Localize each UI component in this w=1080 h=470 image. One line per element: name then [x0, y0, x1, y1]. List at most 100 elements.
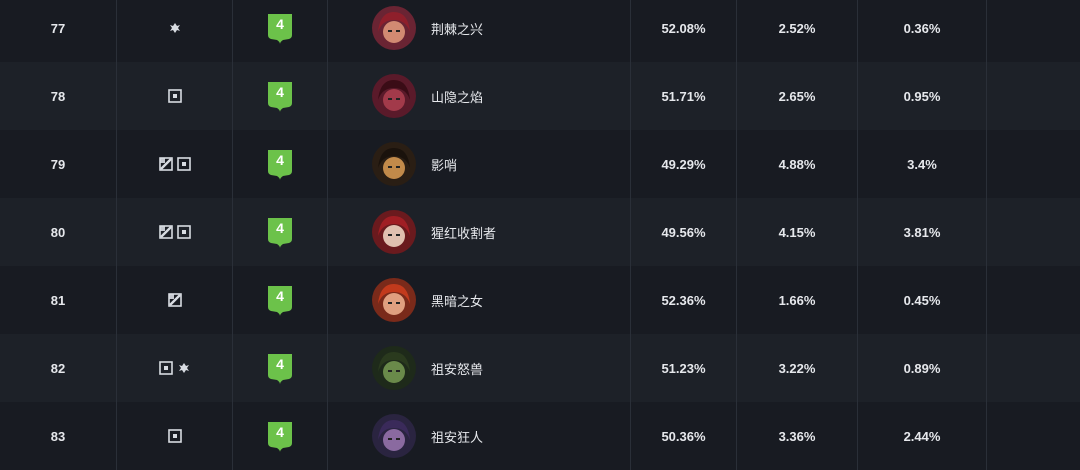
position-cell [117, 0, 232, 62]
pick-rate-cell: 4.88% [778, 156, 816, 172]
hero-avatar[interactable] [372, 346, 416, 390]
tier-label: 4 [276, 220, 284, 236]
pick-rate-cell: 3.36% [778, 428, 816, 444]
position-cell [117, 198, 232, 266]
rank-cell: 82 [50, 360, 66, 376]
jungle-icon [167, 89, 182, 103]
rank-cell: 78 [50, 88, 66, 104]
table-row[interactable]: 81 4 黑暗之女 52.36% 1.66% 0.45% [0, 266, 1080, 334]
position-cell [117, 130, 232, 198]
hero-name[interactable]: 祖安狂人 [431, 427, 483, 446]
pick-rate-cell: 1.66% [778, 292, 816, 308]
pick-rate-cell: 4.15% [778, 224, 816, 240]
hero-cell[interactable]: 猩红收割者 [328, 198, 630, 266]
hero-avatar[interactable] [372, 74, 416, 118]
table-row[interactable]: 82 4 祖安怒兽 51.23% 3.22% 0.89% [0, 334, 1080, 402]
tier-label: 4 [276, 356, 284, 372]
ban-rate-cell: 3.4% [907, 156, 937, 172]
column-divider [327, 0, 328, 470]
hero-name[interactable]: 荆棘之兴 [431, 19, 483, 38]
hero-name[interactable]: 祖安怒兽 [431, 359, 483, 378]
pick-rate-cell: 3.22% [778, 360, 816, 376]
column-divider [630, 0, 631, 470]
hero-avatar[interactable] [372, 142, 416, 186]
position-cell [117, 266, 232, 334]
tier-label: 4 [276, 288, 284, 304]
hero-cell[interactable]: 祖安狂人 [328, 402, 630, 470]
hero-avatar[interactable] [372, 278, 416, 322]
hero-name[interactable]: 山隐之焰 [431, 87, 483, 106]
tier-cell: 4 [233, 62, 327, 130]
hero-cell[interactable]: 影哨 [328, 130, 630, 198]
win-rate-cell: 52.08% [661, 20, 706, 36]
jungle-icon [158, 361, 173, 375]
win-rate-cell: 50.36% [661, 428, 706, 444]
support-icon [177, 361, 191, 375]
table-row[interactable]: 80 4 猩红收割者 49.56% 4.15% 3.81% [0, 198, 1080, 266]
tier-badge-icon: 4 [265, 11, 295, 45]
hero-cell[interactable]: 山隐之焰 [328, 62, 630, 130]
tier-cell: 4 [233, 130, 327, 198]
tier-cell: 4 [233, 334, 327, 402]
top-lane-icon [167, 293, 182, 307]
tier-badge-icon: 4 [265, 351, 295, 385]
table-row[interactable]: 78 4 山隐之焰 51.71% 2.65% 0.95% [0, 62, 1080, 130]
pick-rate-cell: 2.65% [778, 88, 816, 104]
rank-cell: 79 [50, 156, 66, 172]
tier-badge-icon: 4 [265, 215, 295, 249]
win-rate-cell: 51.71% [661, 88, 706, 104]
ban-rate-cell: 0.45% [903, 292, 941, 308]
rank-cell: 80 [50, 224, 66, 240]
ban-rate-cell: 0.89% [903, 360, 941, 376]
hero-cell[interactable]: 黑暗之女 [328, 266, 630, 334]
rank-cell: 77 [50, 20, 66, 36]
tier-label: 4 [276, 152, 284, 168]
pick-rate-cell: 2.52% [778, 20, 816, 36]
top-lane-icon [158, 225, 173, 239]
jungle-icon [176, 157, 191, 171]
win-rate-cell: 49.29% [661, 156, 706, 172]
table-row[interactable]: 77 4 荆棘之兴 52.08% 2.52% 0.36% [0, 0, 1080, 62]
column-divider [116, 0, 117, 470]
win-rate-cell: 52.36% [661, 292, 706, 308]
tier-cell: 4 [233, 266, 327, 334]
position-cell [117, 334, 232, 402]
position-cell [117, 402, 232, 470]
hero-name[interactable]: 猩红收割者 [431, 223, 496, 242]
win-rate-cell: 51.23% [661, 360, 706, 376]
rank-cell: 81 [50, 292, 66, 308]
top-lane-icon [158, 157, 173, 171]
column-divider [986, 0, 987, 470]
ban-rate-cell: 3.81% [903, 224, 941, 240]
jungle-icon [167, 429, 182, 443]
tier-badge-icon: 4 [265, 79, 295, 113]
hero-cell[interactable]: 荆棘之兴 [328, 0, 630, 62]
table-row[interactable]: 83 4 祖安狂人 50.36% 3.36% 2.44% [0, 402, 1080, 470]
support-icon [168, 21, 182, 35]
tier-label: 4 [276, 16, 284, 32]
table-row[interactable]: 79 4 影哨 49.29% 4.88% 3.4% [0, 130, 1080, 198]
jungle-icon [176, 225, 191, 239]
hero-avatar[interactable] [372, 210, 416, 254]
position-cell [117, 62, 232, 130]
tier-cell: 4 [233, 402, 327, 470]
hero-cell[interactable]: 祖安怒兽 [328, 334, 630, 402]
ban-rate-cell: 2.44% [903, 428, 941, 444]
hero-avatar[interactable] [372, 414, 416, 458]
tier-badge-icon: 4 [265, 283, 295, 317]
win-rate-cell: 49.56% [661, 224, 706, 240]
column-divider [736, 0, 737, 470]
hero-name[interactable]: 黑暗之女 [431, 291, 483, 310]
rank-cell: 83 [50, 428, 66, 444]
ban-rate-cell: 0.95% [903, 88, 941, 104]
tier-cell: 4 [233, 0, 327, 62]
ban-rate-cell: 0.36% [903, 20, 941, 36]
column-divider [232, 0, 233, 470]
tier-label: 4 [276, 424, 284, 440]
tier-cell: 4 [233, 198, 327, 266]
tier-label: 4 [276, 84, 284, 100]
tier-badge-icon: 4 [265, 147, 295, 181]
hero-tier-table: 83 4 祖安狂人 50.36% 3.36% 2.44% 82 4 祖安怒兽 51.23%… [0, 0, 1080, 470]
hero-name[interactable]: 影哨 [431, 155, 457, 174]
hero-avatar[interactable] [372, 6, 416, 50]
